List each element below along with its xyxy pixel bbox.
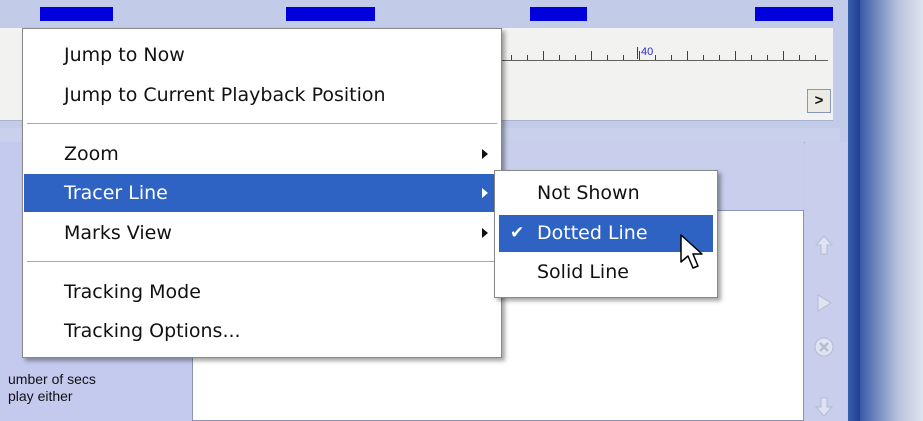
ruler-tick [639, 51, 640, 60]
menu-separator [27, 123, 497, 124]
scroll-right-button[interactable]: > [807, 89, 831, 113]
ruler-tick [559, 55, 560, 60]
context-menu: Jump to Now Jump to Current Playback Pos… [22, 28, 502, 358]
menu-item-label: Dotted Line [537, 222, 648, 244]
menu-item-label: Tracking Options... [64, 320, 241, 342]
menu-item-label: Tracer Line [64, 182, 168, 204]
down-arrow-icon[interactable] [813, 396, 835, 418]
menu-item-tracking-options[interactable]: Tracking Options... [24, 312, 500, 350]
submenu-arrow-icon [482, 149, 488, 159]
timeline-block [40, 7, 113, 21]
ruler-tick [543, 51, 544, 60]
time-ruler[interactable]: 40 [495, 44, 828, 61]
ruler-tick [575, 55, 576, 60]
right-toolbar [805, 142, 847, 421]
menu-item-label: Marks View [64, 222, 172, 244]
ruler-tick [591, 51, 592, 60]
submenu-arrow-icon [482, 188, 488, 198]
ruler-tick [751, 55, 752, 60]
menu-item-jump-to-playback-position[interactable]: Jump to Current Playback Position [24, 76, 500, 114]
menu-item-label: Solid Line [537, 261, 629, 283]
checkmark-icon: ✔ [510, 223, 525, 243]
ruler-tick-label: 40 [641, 46, 654, 58]
menu-separator [27, 261, 497, 262]
menu-item-zoom[interactable]: Zoom [24, 135, 500, 173]
menu-item-tracking-mode[interactable]: Tracking Mode [24, 273, 500, 311]
ruler-tick [703, 55, 704, 60]
menu-item-jump-to-now[interactable]: Jump to Now [24, 36, 500, 74]
ruler-tick [607, 55, 608, 60]
menu-item-label: Not Shown [537, 182, 640, 204]
ruler-tick [783, 51, 784, 60]
menu-item-label: Zoom [64, 143, 119, 165]
menu-item-marks-view[interactable]: Marks View [24, 214, 500, 252]
ruler-tick [719, 55, 720, 60]
ruler-tick [655, 55, 656, 60]
menu-item-label: Tracking Mode [64, 281, 201, 303]
menu-item-label: Jump to Current Playback Position [64, 84, 386, 106]
submenu-item-not-shown[interactable]: Not Shown [499, 175, 713, 212]
cancel-icon[interactable] [813, 336, 835, 358]
ruler-tick [799, 55, 800, 60]
ruler-tick [687, 51, 688, 60]
menu-item-tracer-line[interactable]: Tracer Line [24, 174, 500, 212]
window-edge-fade [860, 0, 923, 421]
play-icon[interactable] [813, 292, 835, 314]
ruler-tick [623, 55, 624, 60]
up-arrow-icon[interactable] [813, 234, 835, 256]
timeline-block [286, 7, 375, 21]
mouse-pointer-icon [680, 234, 703, 269]
ruler-tick [671, 55, 672, 60]
menu-item-label: Jump to Now [64, 44, 185, 66]
submenu-arrow-icon [482, 228, 488, 238]
ruler-tick [735, 51, 736, 60]
timeline-block [755, 7, 833, 21]
ruler-tick [767, 55, 768, 60]
timeline-block [530, 7, 587, 21]
left-panel-text-line: umber of secs [8, 371, 96, 387]
chevron-right-icon: > [814, 92, 824, 109]
ruler-tick [511, 55, 512, 60]
left-panel-text-line: play either [8, 388, 73, 404]
ruler-tick [815, 55, 816, 60]
ruler-tick [527, 55, 528, 60]
left-panel-text: umber of secs play either [8, 371, 96, 405]
ruler-position-marker [637, 47, 638, 59]
